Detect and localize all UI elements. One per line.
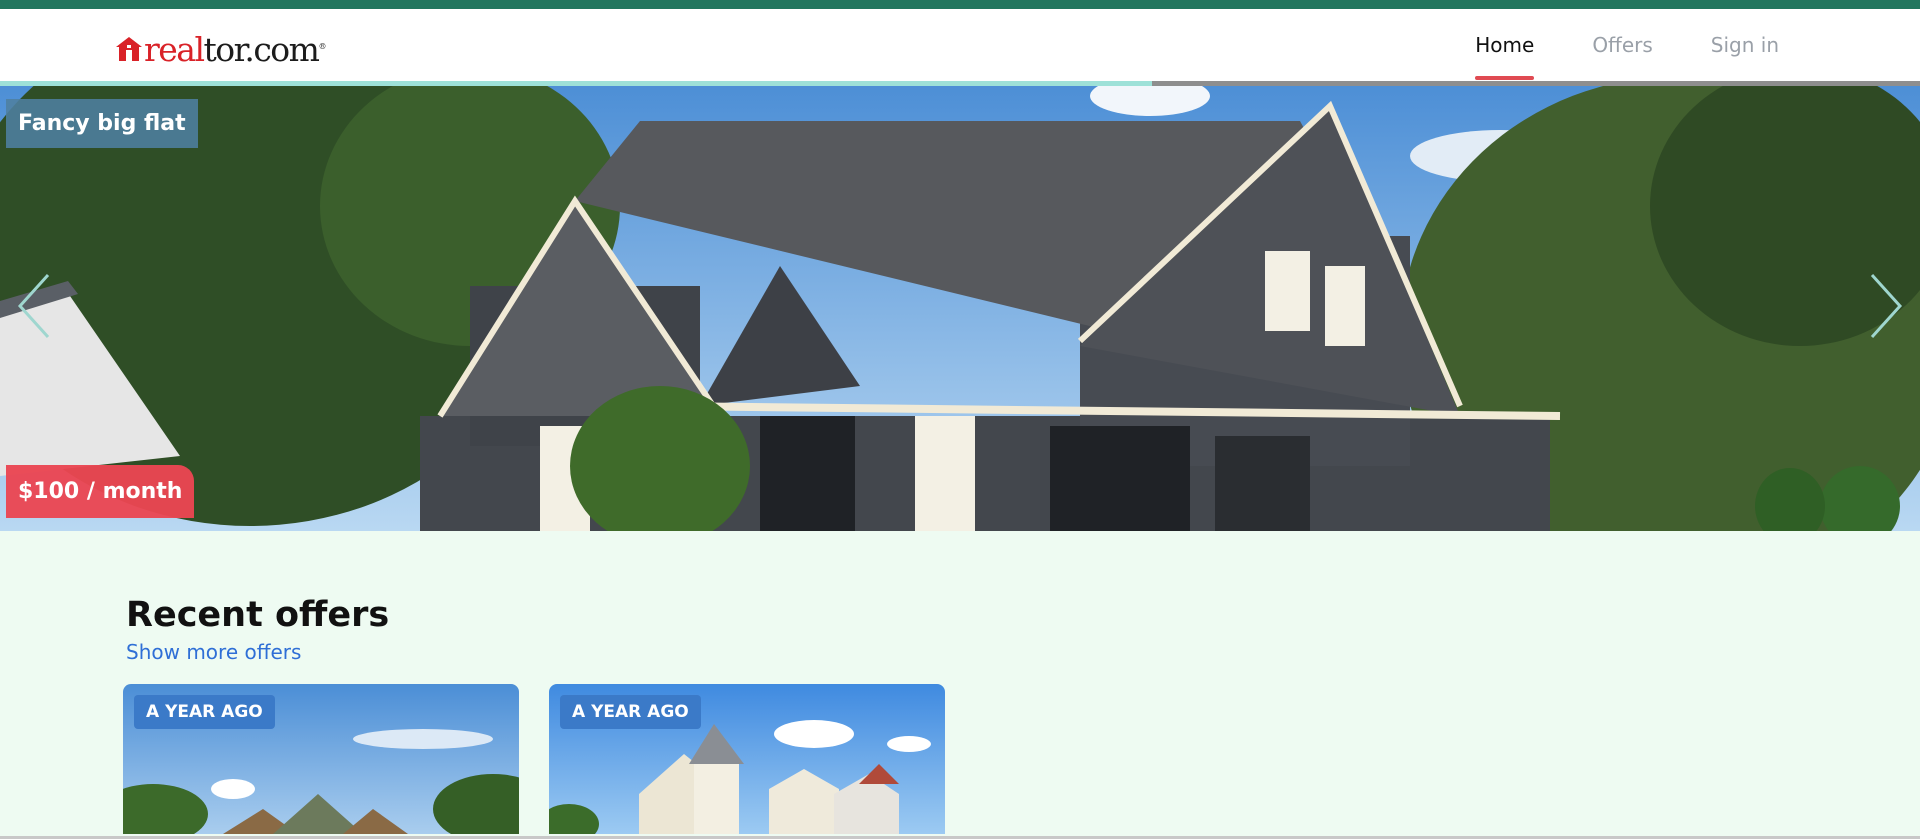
realtor-logo[interactable]: realtor.com® — [114, 29, 326, 69]
carousel-prev-button[interactable] — [14, 271, 54, 341]
logo-part-real: real — [144, 29, 205, 69]
nav-home[interactable]: Home — [1446, 9, 1563, 81]
house-logo-icon — [116, 37, 142, 61]
registered-mark: ® — [318, 41, 326, 51]
site-header: realtor.com® Home Offers Sign in — [0, 9, 1920, 81]
listing-title-tag: Fancy big flat — [6, 99, 198, 148]
offer-age-badge: A YEAR AGO — [560, 695, 701, 729]
main-nav: Home Offers Sign in — [1446, 9, 1808, 81]
nav-sign-in[interactable]: Sign in — [1682, 9, 1808, 81]
listing-price-tag: $100 / month — [6, 465, 195, 518]
logo-part-tor: tor.com — [203, 29, 320, 69]
top-accent-bar — [0, 0, 1920, 9]
recent-offers-section: Recent offers Show more offers — [126, 594, 389, 664]
hero-house-image — [0, 86, 1920, 531]
nav-offers[interactable]: Offers — [1563, 9, 1681, 81]
logo-wordmark: realtor.com® — [144, 29, 326, 69]
offer-card[interactable]: A YEAR AGO — [549, 684, 945, 834]
carousel-next-button[interactable] — [1866, 271, 1906, 341]
chevron-left-icon — [17, 273, 50, 339]
offer-age-badge: A YEAR AGO — [134, 695, 275, 729]
offer-card[interactable]: A YEAR AGO — [123, 684, 519, 834]
hero-carousel[interactable]: Fancy big flat $100 / month — [0, 86, 1920, 531]
chevron-right-icon — [1870, 273, 1903, 339]
show-more-offers-link[interactable]: Show more offers — [126, 640, 301, 664]
recent-offers-title: Recent offers — [126, 595, 390, 635]
